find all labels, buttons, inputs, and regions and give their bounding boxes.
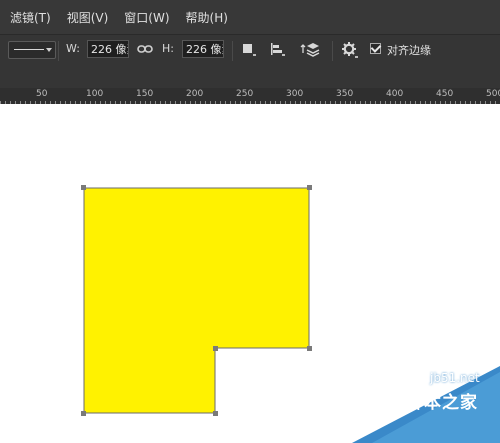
watermark-site: jb51.net — [430, 371, 480, 385]
watermark-name: 脚本之家 — [406, 393, 478, 413]
watermark-graphic — [352, 366, 500, 443]
